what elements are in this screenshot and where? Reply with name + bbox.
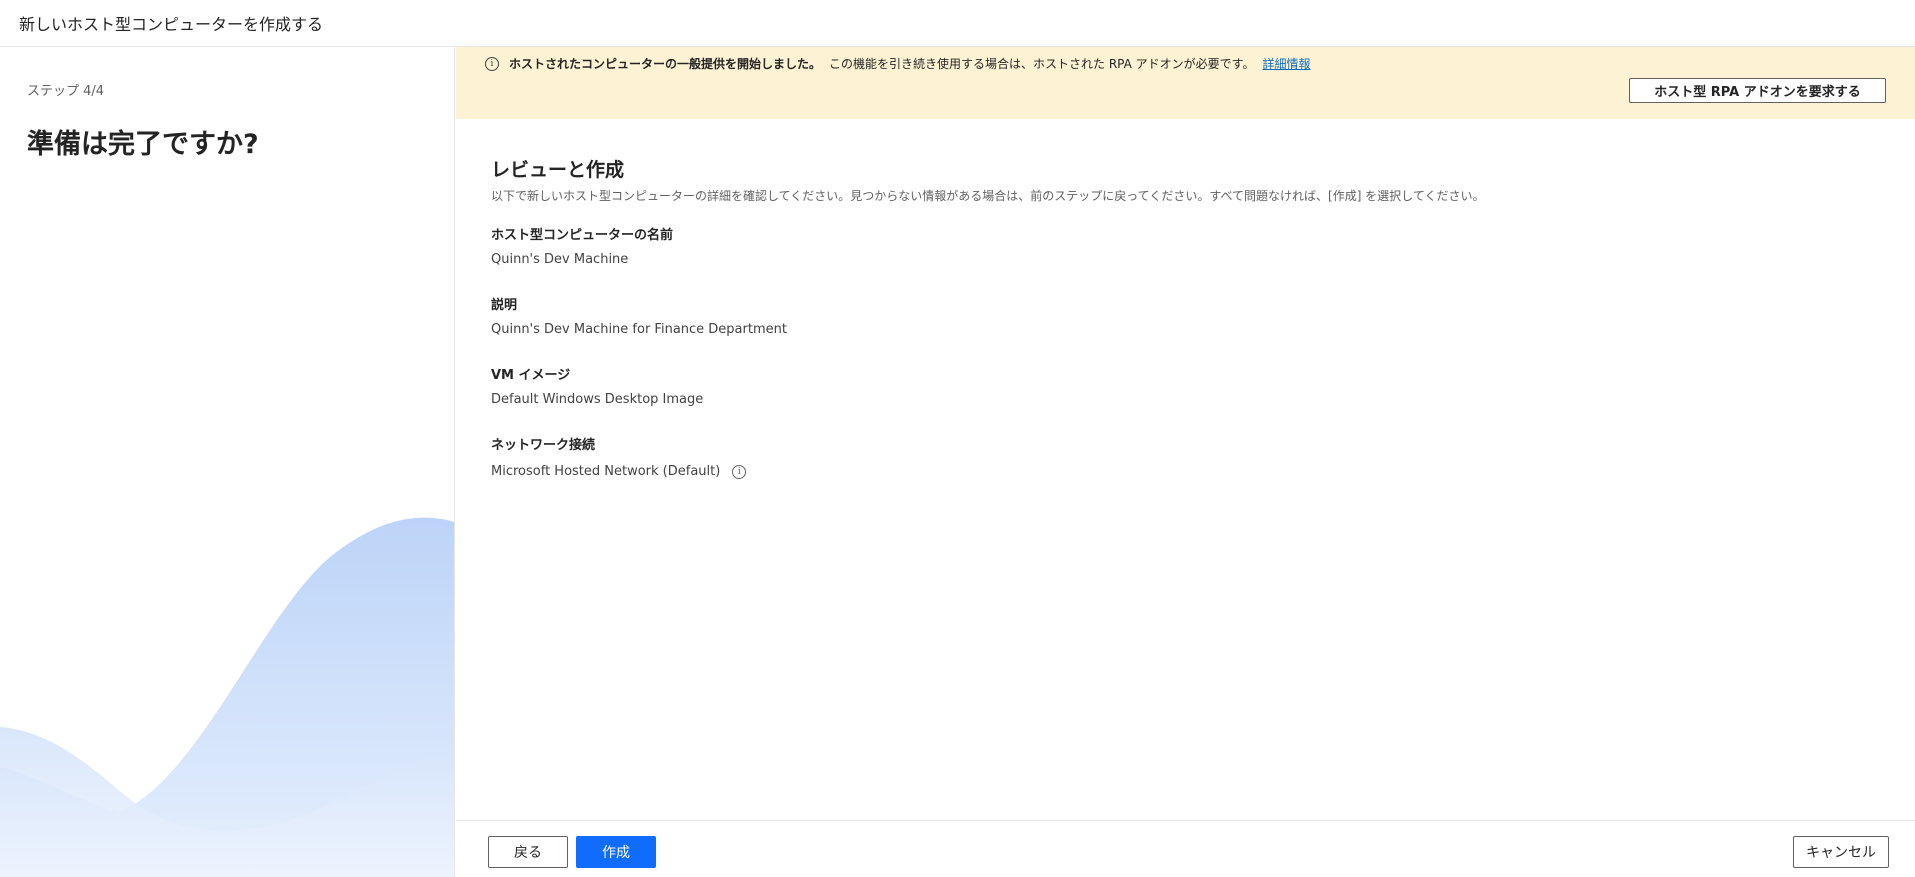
banner-headline: ホストされたコンピューターの一般提供を開始しました。 [509,57,822,71]
field-value-network-row: Microsoft Hosted Network (Default) i [491,464,747,479]
field-label-vm-image: VM イメージ [491,368,571,383]
field-label-name: ホスト型コンピューターの名前 [491,228,674,243]
field-value-name: Quinn's Dev Machine [491,252,629,267]
info-icon[interactable]: i [732,464,747,479]
left-pane: ステップ 4/4 準備は完了ですか? [0,47,455,877]
window-title: 新しいホスト型コンピューターを作成する [0,0,1915,47]
banner-message: この機能を引き続き使用する場合は、ホストされた RPA アドオンが必要です。 [829,57,1255,71]
request-addon-button[interactable]: ホスト型 RPA アドオンを要求する [1629,78,1886,103]
section-title: レビューと作成 [491,159,625,181]
decorative-wave-illustration [0,517,454,877]
field-value-network: Microsoft Hosted Network (Default) [491,464,721,479]
back-button[interactable]: 戻る [488,836,568,868]
section-description: 以下で新しいホスト型コンピューターの詳細を確認してください。見つからない情報があ… [491,189,1485,203]
step-indicator: ステップ 4/4 [27,84,105,99]
field-label-description: 説明 [491,298,518,313]
left-heading: 準備は完了ですか? [27,129,259,160]
review-section: レビューと作成 以下で新しいホスト型コンピューターの詳細を確認してください。見つ… [491,155,1484,204]
cancel-button[interactable]: キャンセル [1793,836,1889,868]
field-label-network: ネットワーク接続 [491,438,596,453]
notification-banner: i ホストされたコンピューターの一般提供を開始しました。 この機能を引き続き使用… [456,47,1915,119]
footer-bar: 戻る 作成 キャンセル [456,820,1915,877]
learn-more-link[interactable]: 詳細情報 [1262,55,1310,72]
create-button[interactable]: 作成 [576,836,656,868]
info-icon: i [485,56,499,71]
field-value-vm-image: Default Windows Desktop Image [491,392,704,407]
field-value-description: Quinn's Dev Machine for Finance Departme… [491,322,787,337]
